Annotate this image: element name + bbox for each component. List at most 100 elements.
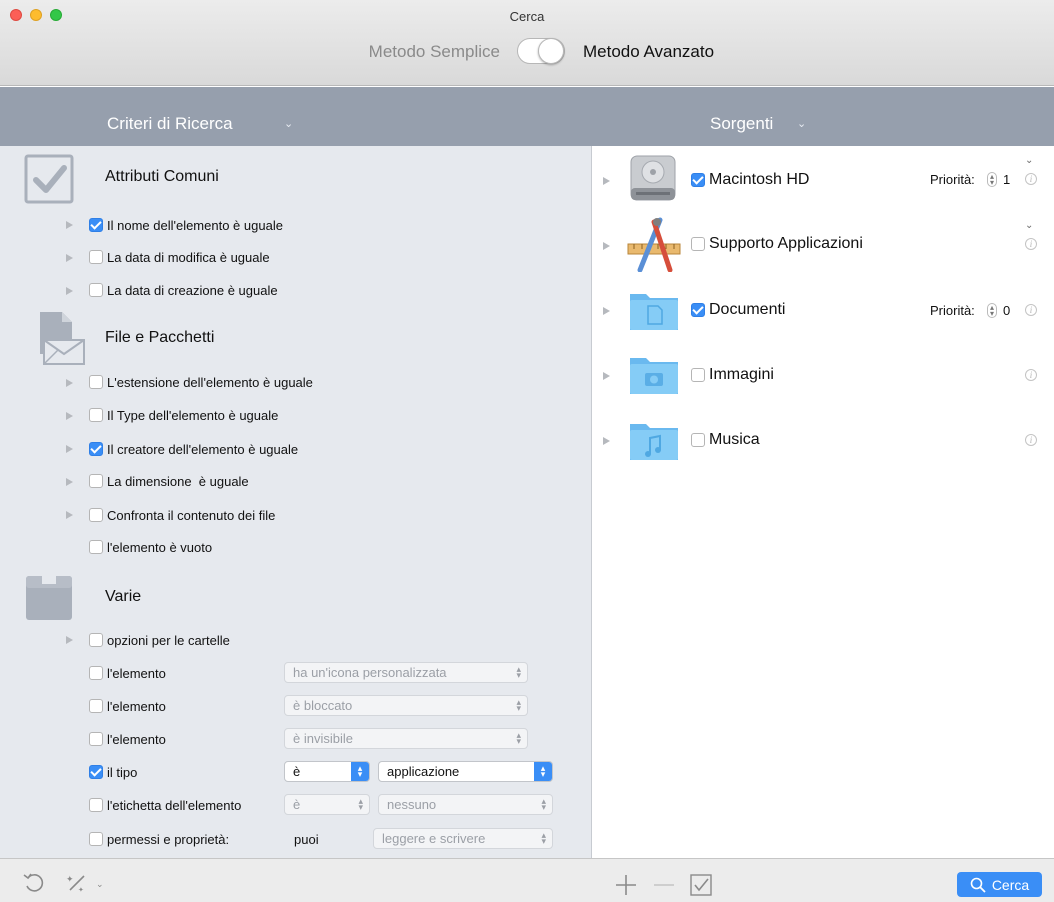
source-musica[interactable]: Musica <box>691 430 760 450</box>
checkbox[interactable] <box>691 433 705 447</box>
checkbox[interactable] <box>89 832 103 846</box>
disclosure-triangle-icon[interactable] <box>603 372 610 380</box>
criterion-permissions[interactable]: permessi e proprietà: <box>89 829 229 849</box>
disclosure-triangle-icon[interactable] <box>66 287 73 295</box>
select-arrows-icon: ▴ ▾ <box>541 830 546 846</box>
disclosure-triangle-icon[interactable] <box>66 636 73 644</box>
checkbox[interactable] <box>89 442 103 456</box>
criteria-menu-chevron-icon[interactable]: ⌄ <box>284 117 293 130</box>
checkbox[interactable] <box>89 765 103 779</box>
criterion-kind[interactable]: il tipo <box>89 762 137 782</box>
locked-select[interactable]: è bloccato ▴ ▾ <box>284 695 528 716</box>
criterion-creator[interactable]: Il creatore dell'elemento è uguale <box>89 439 298 459</box>
advanced-mode-label[interactable]: Metodo Avanzato <box>583 42 714 62</box>
select-all-checkbox-icon[interactable] <box>689 873 713 897</box>
info-icon[interactable]: i <box>1025 173 1037 185</box>
info-icon[interactable]: i <box>1025 238 1037 250</box>
source-macintosh-hd[interactable]: Macintosh HD <box>691 170 809 190</box>
permissions-who: puoi <box>294 831 319 847</box>
simple-mode-label[interactable]: Metodo Semplice <box>369 42 500 62</box>
sources-header-title[interactable]: Sorgenti <box>710 114 773 134</box>
toggle-knob <box>538 38 564 64</box>
checkbox[interactable] <box>691 237 705 251</box>
checkbox[interactable] <box>89 283 103 297</box>
bottom-toolbar <box>0 858 1054 902</box>
checkbox[interactable] <box>89 508 103 522</box>
svg-text:✦: ✦ <box>78 886 84 894</box>
criterion-invisible[interactable]: l'elemento <box>89 729 166 749</box>
disclosure-triangle-icon[interactable] <box>603 177 610 185</box>
disclosure-triangle-icon[interactable] <box>66 379 73 387</box>
criteria-header-title[interactable]: Criteri di Ricerca <box>107 114 233 134</box>
checkbox[interactable] <box>89 540 103 554</box>
disclosure-triangle-icon[interactable] <box>603 437 610 445</box>
criterion-compare-content[interactable]: Confronta il contenuto dei file <box>89 505 275 525</box>
info-icon[interactable]: i <box>1025 369 1037 381</box>
priority-value: 0 <box>1003 303 1011 318</box>
checkbox[interactable] <box>89 666 103 680</box>
criterion-name-equal[interactable]: Il nome dell'elemento è uguale <box>89 215 283 235</box>
checkbox[interactable] <box>89 798 103 812</box>
section-title-files: File e Pacchetti <box>105 329 215 346</box>
criterion-item-label[interactable]: l'etichetta dell'elemento <box>89 795 241 815</box>
checkbox[interactable] <box>89 375 103 389</box>
checkbox[interactable] <box>89 218 103 232</box>
disclosure-triangle-icon[interactable] <box>66 254 73 262</box>
applications-icon <box>627 217 681 272</box>
checkbox[interactable] <box>89 408 103 422</box>
disclosure-triangle-icon[interactable] <box>66 445 73 453</box>
checkbox[interactable] <box>89 250 103 264</box>
label-operator-select[interactable]: è ▴ ▾ <box>284 794 370 815</box>
priority-stepper[interactable]: ▴ ▾ <box>987 172 997 187</box>
label-value-select[interactable]: nessuno ▴ ▾ <box>378 794 553 815</box>
checkbox[interactable] <box>691 173 705 187</box>
criterion-extension[interactable]: L'estensione dell'elemento è uguale <box>89 372 313 392</box>
disclosure-triangle-icon[interactable] <box>66 511 73 519</box>
disclosure-triangle-icon[interactable] <box>603 307 610 315</box>
sources-menu-chevron-icon[interactable]: ⌄ <box>797 117 806 130</box>
window-title: Cerca <box>509 9 545 24</box>
pictures-folder-icon <box>630 358 678 394</box>
kind-operator-select[interactable]: è ▴ ▾ <box>284 761 370 782</box>
custom-icon-select[interactable]: ha un'icona personalizzata ▴ ▾ <box>284 662 528 683</box>
criterion-creation-date[interactable]: La data di creazione è uguale <box>89 280 278 300</box>
checkbox[interactable] <box>691 368 705 382</box>
criterion-size[interactable]: La dimensione è uguale <box>89 471 249 491</box>
checkbox[interactable] <box>89 732 103 746</box>
criterion-custom-icon[interactable]: l'elemento <box>89 663 166 683</box>
info-icon[interactable]: i <box>1025 304 1037 316</box>
source-immagini[interactable]: Immagini <box>691 365 774 385</box>
checkbox[interactable] <box>691 303 705 317</box>
permissions-select[interactable]: leggere e scrivere ▴ ▾ <box>373 828 553 849</box>
kind-value-select[interactable]: applicazione ▴ ▾ <box>378 761 553 782</box>
disclosure-triangle-icon[interactable] <box>66 221 73 229</box>
magic-wand-icon[interactable]: ✦ ✦ ⌄ <box>64 872 104 894</box>
disclosure-triangle-icon[interactable] <box>66 478 73 486</box>
select-arrows-icon: ▴ ▾ <box>534 762 552 781</box>
checkbox[interactable] <box>89 633 103 647</box>
checkbox[interactable] <box>89 474 103 488</box>
disclosure-triangle-icon[interactable] <box>603 242 610 250</box>
source-supporto-applicazioni[interactable]: Supporto Applicazioni <box>691 234 863 254</box>
reset-icon[interactable] <box>22 870 46 894</box>
criterion-empty[interactable]: l'elemento è vuoto <box>89 537 212 557</box>
criterion-folder-options[interactable]: opzioni per le cartelle <box>89 630 230 650</box>
expand-chevron-icon[interactable]: ⌄ <box>1025 155 1033 166</box>
add-icon[interactable] <box>614 873 638 897</box>
priority-stepper[interactable]: ▴ ▾ <box>987 303 997 318</box>
info-icon[interactable]: i <box>1025 434 1037 446</box>
search-button[interactable]: Cerca <box>957 872 1042 897</box>
disclosure-triangle-icon[interactable] <box>66 412 73 420</box>
criterion-locked[interactable]: l'elemento <box>89 696 166 716</box>
checkbox[interactable] <box>89 699 103 713</box>
remove-icon[interactable] <box>652 873 676 897</box>
criterion-mod-date[interactable]: La data di modifica è uguale <box>89 247 270 267</box>
mode-toggle[interactable] <box>517 38 565 64</box>
invisible-select[interactable]: è invisibile ▴ ▾ <box>284 728 528 749</box>
source-documenti[interactable]: Documenti <box>691 300 785 320</box>
criterion-type[interactable]: Il Type dell'elemento è uguale <box>89 405 278 425</box>
expand-chevron-icon[interactable]: ⌄ <box>1025 220 1033 231</box>
select-arrows-icon: ▴ ▾ <box>541 796 546 812</box>
music-folder-icon <box>630 424 678 460</box>
search-icon <box>970 877 986 893</box>
